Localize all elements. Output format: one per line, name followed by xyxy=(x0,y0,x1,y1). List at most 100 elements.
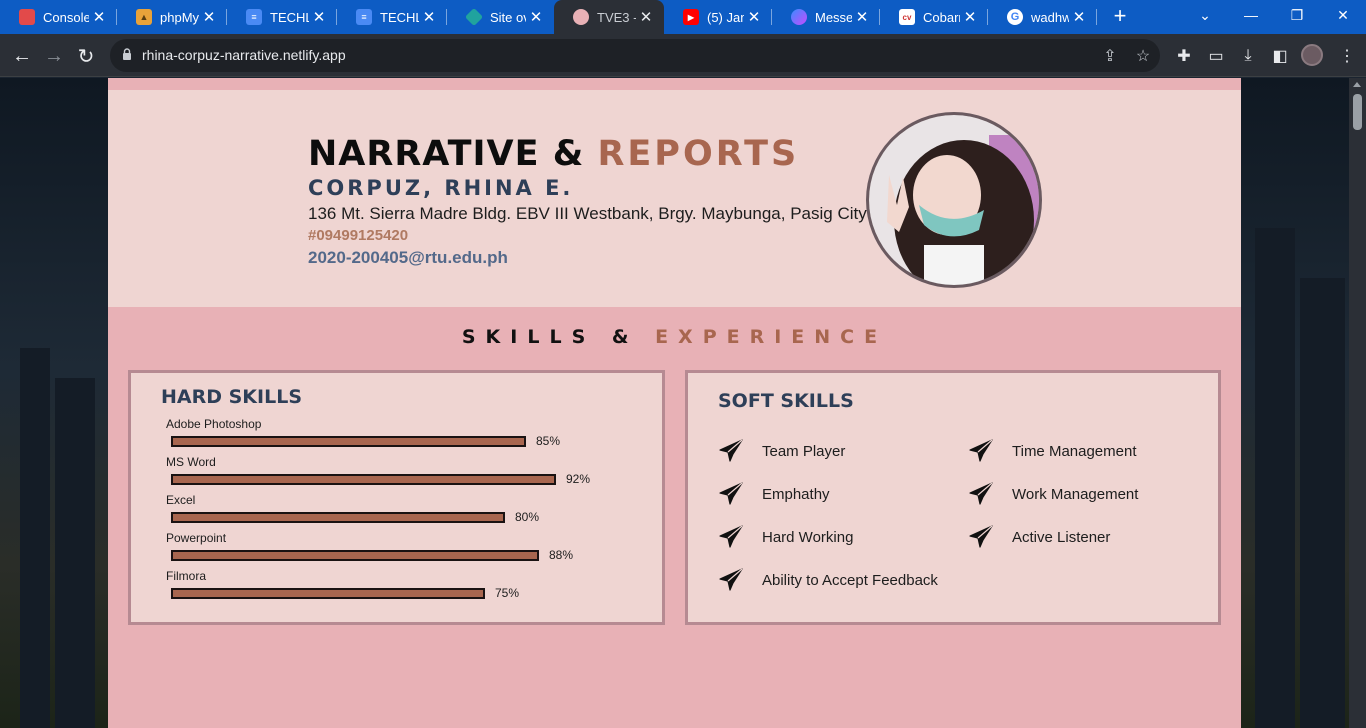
close-icon[interactable]: ✕ xyxy=(89,8,109,26)
skill-label: Filmora xyxy=(166,569,207,583)
resume-sheet: NARRATIVE & REPORTS CORPUZ, RHINA E. 136… xyxy=(108,78,1241,728)
background-building xyxy=(55,378,95,728)
tab-messenger[interactable]: Messeng ✕ xyxy=(772,0,880,34)
url-text: rhina-corpuz-narrative.netlify.app xyxy=(142,47,346,63)
tab-cobarru[interactable]: cv Cobarru ✕ xyxy=(880,0,988,34)
close-icon[interactable]: ✕ xyxy=(419,8,439,26)
close-icon[interactable]: ✕ xyxy=(744,8,764,26)
address-text: 136 Mt. Sierra Madre Bldg. EBV III Westb… xyxy=(308,204,867,223)
tab-title: Site over xyxy=(490,9,526,25)
new-tab-button[interactable]: + xyxy=(1108,5,1132,29)
soft-skill-label: Work Management xyxy=(1012,485,1139,503)
tab-search-chevron-icon[interactable]: ⌄ xyxy=(1182,0,1228,30)
soft-skill-label: Emphathy xyxy=(762,485,830,503)
phpmyadmin-icon: ▲ xyxy=(136,9,152,25)
tab-tve3-active[interactable]: TVE3 - R ✕ xyxy=(554,0,664,34)
tab-title: phpMyA xyxy=(160,9,199,25)
profile-photo xyxy=(866,112,1042,288)
address-bar[interactable]: rhina-corpuz-narrative.netlify.app ⇪ ☆ xyxy=(110,39,1160,72)
close-icon[interactable]: ✕ xyxy=(636,8,656,26)
paper-plane-icon xyxy=(719,568,743,591)
forward-button[interactable]: → xyxy=(40,42,68,70)
youtube-icon: ▶ xyxy=(683,9,699,25)
minimize-button[interactable]: — xyxy=(1228,0,1274,30)
close-icon[interactable]: ✕ xyxy=(526,8,546,26)
tab-phpmyadmin[interactable]: ▲ phpMyA ✕ xyxy=(117,0,227,34)
paper-plane-icon xyxy=(969,482,993,505)
vertical-scrollbar[interactable] xyxy=(1349,78,1366,728)
person-name: CORPUZ, RHINA E. xyxy=(308,176,574,200)
soft-skills-card: SOFT SKILLS Team Player Time Management … xyxy=(685,370,1221,625)
skill-percent: 88% xyxy=(549,548,574,562)
skill-bar-fill xyxy=(171,474,556,485)
paper-plane-icon xyxy=(719,525,743,548)
netlify-icon xyxy=(464,7,484,27)
tab-strip: Console ✕ ▲ phpMyA ✕ ≡ TECHLIS ✕ ≡ TECHL… xyxy=(0,0,1366,34)
tab-title: TECHLIS xyxy=(270,9,309,25)
tab-title: TECHLIS xyxy=(380,9,419,25)
soft-skill-item: Ability to Accept Feedback xyxy=(718,567,938,593)
docs-icon: ≡ xyxy=(246,9,262,25)
skill-bar: 85% xyxy=(171,434,589,448)
close-icon[interactable]: ✕ xyxy=(960,8,980,26)
scroll-up-arrow-icon[interactable] xyxy=(1353,82,1361,87)
close-icon[interactable]: ✕ xyxy=(199,8,219,26)
paper-plane-icon xyxy=(719,439,743,462)
skill-label: Excel xyxy=(166,493,196,507)
skill-bar: 92% xyxy=(171,472,591,486)
skill-percent: 80% xyxy=(515,510,540,524)
tab-console[interactable]: Console ✕ xyxy=(0,0,117,34)
restore-button[interactable]: ❐ xyxy=(1274,0,1320,30)
cast-icon[interactable]: ▭ xyxy=(1205,45,1227,67)
soft-skill-item: Work Management xyxy=(968,481,1138,507)
profile-avatar[interactable] xyxy=(1301,44,1323,66)
skill-percent: 75% xyxy=(495,586,520,600)
skill-percent: 92% xyxy=(566,472,591,486)
messenger-icon xyxy=(791,9,807,25)
tab-techlis-1[interactable]: ≡ TECHLIS ✕ xyxy=(227,0,337,34)
paper-plane-icon xyxy=(969,525,993,548)
close-icon[interactable]: ✕ xyxy=(309,8,329,26)
cv-icon: cv xyxy=(899,9,915,25)
close-icon[interactable]: ✕ xyxy=(1069,8,1089,26)
scrollbar-thumb[interactable] xyxy=(1353,94,1362,130)
skill-bar-fill xyxy=(171,550,539,561)
skill-bar: 75% xyxy=(171,586,589,600)
page-viewport: NARRATIVE & REPORTS CORPUZ, RHINA E. 136… xyxy=(0,78,1349,728)
background-building xyxy=(1255,228,1295,728)
menu-kebab-icon[interactable]: ⋮ xyxy=(1336,45,1358,67)
background-building xyxy=(20,348,50,728)
profile-photo-art xyxy=(869,115,1039,285)
soft-skill-item: Hard Working xyxy=(718,524,853,550)
soft-skill-label: Hard Working xyxy=(762,528,854,546)
soft-skill-item: Active Listener xyxy=(968,524,1110,550)
reload-button[interactable]: ↻ xyxy=(72,42,100,70)
skill-percent: 85% xyxy=(536,434,561,448)
extensions-puzzle-icon[interactable]: ✚ xyxy=(1173,45,1195,67)
soft-skill-label: Time Management xyxy=(1012,442,1137,460)
tab-title: TVE3 - R xyxy=(597,9,636,25)
background-building xyxy=(1300,278,1345,728)
tab-title: Messeng xyxy=(815,9,852,25)
skill-bar: 88% xyxy=(171,548,589,562)
skills-section-title: SKILLS & EXPERIENCE xyxy=(461,326,888,348)
soft-skill-label: Team Player xyxy=(762,442,846,460)
share-icon[interactable]: ⇪ xyxy=(1100,46,1120,66)
download-icon[interactable]: ⤓ xyxy=(1237,45,1259,67)
side-panel-icon[interactable]: ◧ xyxy=(1269,45,1291,67)
email-text: 2020-200405@rtu.edu.ph xyxy=(308,248,508,267)
skill-label: Adobe Photoshop xyxy=(166,417,262,431)
back-button[interactable]: ← xyxy=(8,42,36,70)
hard-skills-heading: HARD SKILLS xyxy=(161,386,302,408)
skill-bar-fill xyxy=(171,512,505,523)
tab-techlis-2[interactable]: ≡ TECHLIS ✕ xyxy=(337,0,447,34)
tab-youtube[interactable]: ▶ (5) Jame ✕ xyxy=(664,0,772,34)
close-icon[interactable]: ✕ xyxy=(852,8,872,26)
tab-site-overview[interactable]: Site over ✕ xyxy=(447,0,554,34)
phone-text: #09499125420 xyxy=(308,227,409,244)
close-window-button[interactable]: ✕ xyxy=(1320,0,1366,30)
page-icon xyxy=(573,9,589,25)
tab-title: Cobarru xyxy=(923,9,960,25)
tab-google[interactable]: G wadhwa ✕ xyxy=(988,0,1097,34)
bookmark-star-icon[interactable]: ☆ xyxy=(1133,46,1153,66)
